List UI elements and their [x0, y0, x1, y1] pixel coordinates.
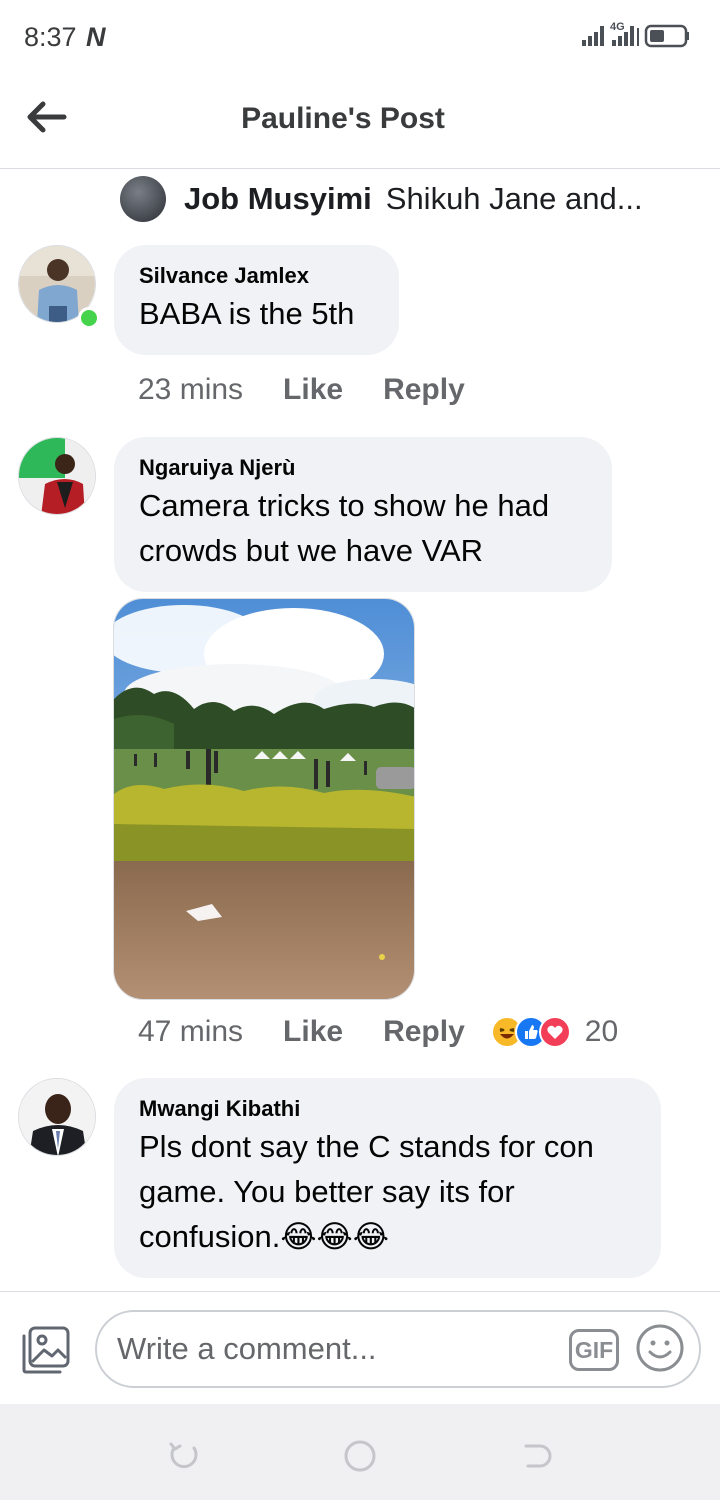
home-circle-icon: [344, 1440, 376, 1472]
comment-bubble[interactable]: Ngaruiya Njerù Camera tricks to show he …: [114, 437, 612, 592]
comment-text-line: game. You better say its for: [139, 1174, 515, 1209]
comment-text-line: Camera tricks to show he had: [139, 488, 550, 523]
comment-meta: 23 mins Like Reply: [138, 370, 505, 410]
status-icons: 4G: [582, 21, 689, 48]
comment-author[interactable]: Silvance Jamlex: [139, 261, 373, 291]
recents-button[interactable]: [166, 1438, 202, 1474]
reply-button[interactable]: Reply: [383, 373, 465, 407]
avatar[interactable]: [18, 437, 96, 515]
comment-composer: GIF: [0, 1291, 720, 1404]
comment-photo[interactable]: [113, 598, 415, 1000]
like-button[interactable]: Like: [283, 1015, 343, 1049]
reaction-summary[interactable]: 20: [490, 1015, 619, 1049]
like-button[interactable]: Like: [283, 373, 343, 407]
comment-text-line: Pls dont say the C stands for con: [139, 1129, 594, 1164]
network-badge: N: [86, 22, 106, 52]
comment-text: BABA is the 5th: [139, 296, 355, 331]
gif-button[interactable]: GIF: [569, 1329, 619, 1371]
comment-bubble[interactable]: Mwangi Kibathi Pls dont say the C stands…: [114, 1078, 661, 1278]
online-status-dot: [78, 307, 100, 329]
reply-preview[interactable]: Job Musyimi Shikuh Jane and...: [120, 174, 643, 224]
comment-author[interactable]: Mwangi Kibathi: [139, 1094, 635, 1124]
avatar[interactable]: [18, 1078, 96, 1156]
reactor-others: Shikuh Jane and...: [385, 181, 643, 216]
battery-icon: [644, 24, 689, 48]
photo-icon: [22, 1326, 70, 1374]
emoji-button[interactable]: [635, 1323, 685, 1373]
comment-time[interactable]: 47 mins: [138, 1015, 243, 1049]
comment-text-line: confusion.😂😂😂: [139, 1219, 389, 1254]
signal-icon: [582, 26, 604, 46]
love-icon: [538, 1016, 571, 1048]
comment-input[interactable]: [117, 1324, 547, 1374]
home-button[interactable]: [342, 1438, 378, 1474]
crowd-field-image: [114, 599, 414, 999]
svg-text:4G: 4G: [610, 21, 625, 33]
comment-author[interactable]: Ngaruiya Njerù: [139, 453, 586, 483]
status-time: 8:37: [24, 22, 77, 52]
comment-input-box[interactable]: GIF: [95, 1310, 701, 1388]
add-photo-button[interactable]: [20, 1324, 72, 1376]
reply-button[interactable]: Reply: [383, 1015, 465, 1049]
comment-time[interactable]: 23 mins: [138, 373, 243, 407]
status-bar: 8:37 N 4G: [0, 0, 720, 72]
recents-icon: [169, 1442, 198, 1469]
comment-text-line: crowds but we have VAR: [139, 533, 484, 568]
back-nav-icon: [524, 1444, 552, 1468]
back-nav-button[interactable]: [518, 1438, 554, 1474]
post-header: Pauline's Post: [0, 72, 720, 169]
system-nav-bar: [0, 1404, 720, 1500]
page-title: Pauline's Post: [241, 102, 445, 135]
comment-bubble[interactable]: Silvance Jamlex BABA is the 5th: [114, 245, 399, 355]
4g-signal-icon: 4G: [610, 21, 639, 46]
smiley-icon: [636, 1324, 684, 1372]
reaction-count: 20: [584, 1015, 619, 1048]
reactor-name: Job Musyimi: [184, 181, 372, 216]
avatar: [120, 176, 166, 222]
comment-meta: 47 mins Like Reply 20: [138, 1012, 618, 1052]
